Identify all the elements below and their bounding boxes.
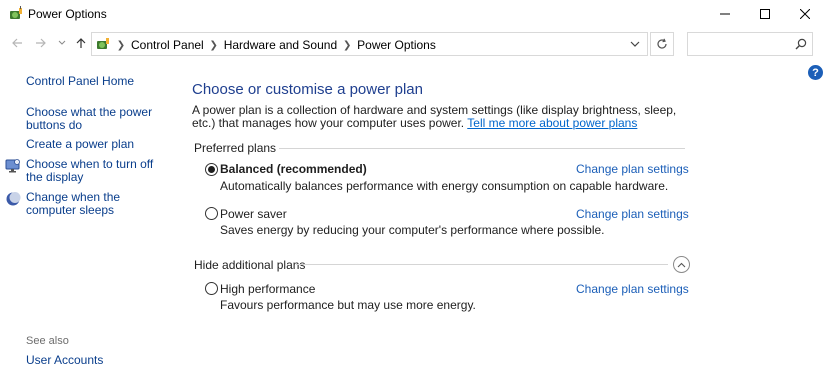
plan-description-balanced: Automatically balances performance with …: [220, 179, 669, 193]
computer-sleeps-link[interactable]: Change when the computer sleeps: [26, 191, 166, 217]
refresh-button[interactable]: [650, 32, 674, 56]
address-dropdown-button[interactable]: [629, 38, 641, 50]
divider: [296, 264, 668, 265]
forward-arrow-icon: [36, 38, 46, 48]
page-description: A power plan is a collection of hardware…: [192, 104, 702, 130]
refresh-icon: [657, 38, 667, 49]
create-power-plan-link[interactable]: Create a power plan: [26, 138, 166, 151]
up-arrow-icon: [76, 38, 86, 48]
preferred-plans-heading: Preferred plans: [194, 141, 277, 155]
title-bar: Power Options: [0, 0, 825, 28]
change-plan-settings-high-performance-link[interactable]: Change plan settings: [576, 282, 689, 296]
breadcrumb-control-panel[interactable]: Control Panel: [128, 38, 207, 52]
change-plan-settings-balanced-link[interactable]: Change plan settings: [576, 162, 689, 176]
minimize-button[interactable]: [705, 0, 745, 28]
page-title: Choose or customise a power plan: [192, 81, 423, 98]
divider: [279, 148, 685, 149]
chevron-right-icon[interactable]: ❯: [207, 40, 221, 51]
search-icon[interactable]: [795, 38, 807, 50]
back-button[interactable]: [9, 35, 25, 51]
plan-name-high-performance[interactable]: High performance: [220, 282, 315, 296]
breadcrumb-hardware-and-sound[interactable]: Hardware and Sound: [221, 38, 340, 52]
plan-radio-power-saver[interactable]: [205, 207, 218, 220]
moon-icon: [5, 191, 21, 207]
recent-locations-button[interactable]: [57, 35, 67, 51]
chevron-right-icon[interactable]: ❯: [340, 40, 354, 51]
display-icon: [5, 158, 21, 174]
plan-radio-balanced[interactable]: [205, 163, 218, 176]
address-bar[interactable]: ❯ Control Panel ❯ Hardware and Sound ❯ P…: [91, 32, 648, 56]
navigation-bar: ❯ Control Panel ❯ Hardware and Sound ❯ P…: [0, 30, 825, 58]
plan-name-balanced[interactable]: Balanced (recommended): [220, 162, 367, 176]
close-button[interactable]: [785, 0, 825, 28]
breadcrumb: ❯ Control Panel ❯ Hardware and Sound ❯ P…: [114, 38, 439, 52]
chevron-right-icon[interactable]: ❯: [114, 40, 128, 51]
power-options-icon: [8, 6, 24, 22]
power-buttons-link[interactable]: Choose what the power buttons do: [26, 106, 166, 132]
search-input[interactable]: [692, 36, 788, 52]
breadcrumb-power-options[interactable]: Power Options: [354, 38, 439, 52]
forward-button[interactable]: [33, 35, 49, 51]
chevron-down-icon: [630, 41, 640, 47]
chevron-down-icon: [58, 40, 66, 45]
main-content: Choose or customise a power plan A power…: [178, 60, 825, 385]
see-also-heading: See also: [26, 335, 69, 347]
plan-name-power-saver[interactable]: Power saver: [220, 207, 287, 221]
back-arrow-icon: [12, 38, 22, 48]
close-icon: [800, 9, 810, 19]
plan-description-power-saver: Saves energy by reducing your computer's…: [220, 223, 605, 237]
maximize-button[interactable]: [745, 0, 785, 28]
up-button[interactable]: [73, 35, 89, 51]
collapse-button[interactable]: [673, 256, 690, 273]
learn-more-link[interactable]: Tell me more about power plans: [467, 116, 637, 130]
search-box[interactable]: [687, 32, 813, 56]
control-panel-home-link[interactable]: Control Panel Home: [26, 75, 166, 88]
turn-off-display-link[interactable]: Choose when to turn off the display: [26, 158, 166, 184]
window-title: Power Options: [28, 7, 107, 21]
plan-radio-high-performance[interactable]: [205, 282, 218, 295]
minimize-icon: [720, 13, 730, 15]
hide-additional-plans-heading[interactable]: Hide additional plans: [194, 258, 305, 272]
maximize-icon: [760, 9, 770, 19]
power-options-icon: [95, 36, 111, 52]
change-plan-settings-power-saver-link[interactable]: Change plan settings: [576, 207, 689, 221]
chevron-up-icon: [677, 262, 686, 267]
left-pane: Control Panel Home Choose what the power…: [0, 60, 178, 385]
plan-description-high-performance: Favours performance but may use more ene…: [220, 298, 476, 312]
user-accounts-link[interactable]: User Accounts: [26, 354, 166, 367]
